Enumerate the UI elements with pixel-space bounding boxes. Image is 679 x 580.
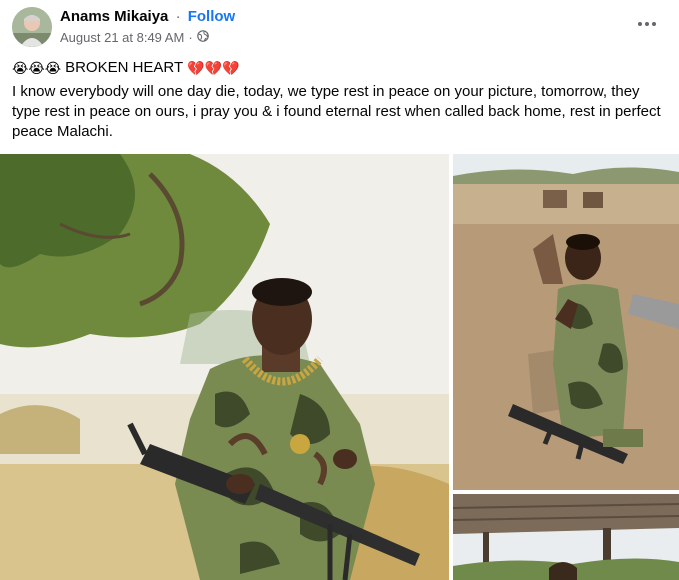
globe-icon[interactable] [196, 30, 209, 45]
post-body-text: I know everybody will one day die, today… [12, 83, 661, 140]
post-header: Anams Mikaiya · Follow August 21 at 8:49… [0, 0, 679, 52]
author-line: Anams Mikaiya · Follow [60, 8, 235, 25]
author-name[interactable]: Anams Mikaiya [60, 8, 168, 25]
name-separator: · [175, 8, 181, 25]
author-avatar[interactable] [12, 7, 52, 47]
post-meta: August 21 at 8:49 AM · [60, 30, 209, 45]
post-message: 😭😭😭 BROKEN HEART 💔💔💔 I know everybody wi… [12, 58, 672, 142]
photo-shelter-roof[interactable] [453, 494, 679, 580]
post-timestamp[interactable]: August 21 at 8:49 AM [60, 30, 184, 45]
photo-grid [0, 154, 679, 580]
crying-emoji: 😭😭😭 [12, 60, 62, 76]
title-text: BROKEN HEART [65, 59, 184, 76]
broken-heart-emoji: 💔💔💔 [187, 60, 240, 76]
photo-soldier-kneeling-praying[interactable] [453, 154, 679, 490]
meta-separator: · [188, 30, 193, 45]
photo-soldier-with-machine-gun[interactable] [0, 154, 449, 580]
more-options-icon[interactable] [635, 14, 659, 34]
post-title: 😭😭😭 BROKEN HEART 💔💔💔 [12, 58, 672, 78]
follow-button[interactable]: Follow [188, 8, 236, 25]
